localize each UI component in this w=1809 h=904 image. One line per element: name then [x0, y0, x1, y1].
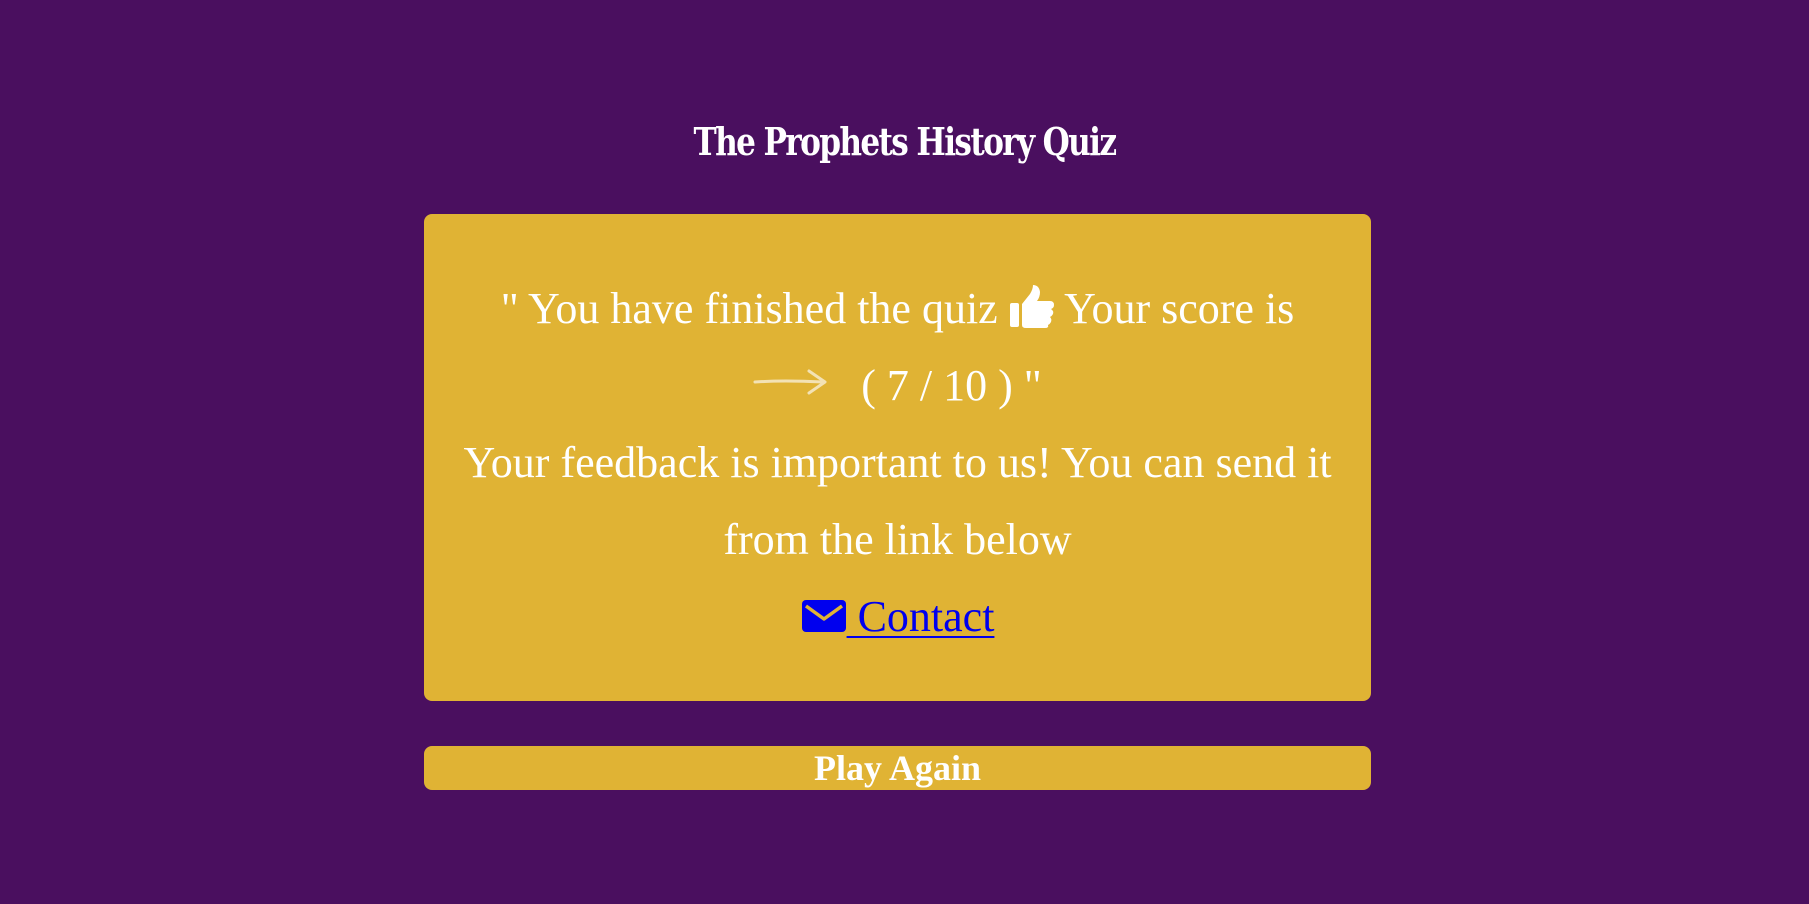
envelope-icon — [801, 600, 846, 632]
thumbs-up-icon — [1009, 285, 1054, 328]
page-title: The Prophets History Quiz — [693, 119, 1118, 164]
contact-line: Contact — [444, 578, 1351, 655]
feedback-line-2: from the link below — [723, 515, 1072, 564]
long-arrow-right-icon — [753, 369, 827, 395]
contact-link[interactable]: Contact — [801, 592, 995, 641]
result-card: " You have finished the quiz Your score … — [424, 214, 1371, 701]
contact-label: Contact — [846, 592, 995, 641]
score-label: Your score is — [1054, 284, 1295, 333]
play-again-button[interactable]: Play Again — [424, 746, 1371, 790]
feedback-line-1: Your feedback is important to us! You ca… — [463, 438, 1332, 487]
score-line: ( 7 / 10 ) " — [444, 347, 1351, 424]
finished-line: " You have finished the quiz Your score … — [444, 270, 1351, 347]
finished-text: " You have finished the quiz — [500, 284, 1009, 333]
score-value: ( 7 / 10 ) " — [861, 361, 1042, 410]
